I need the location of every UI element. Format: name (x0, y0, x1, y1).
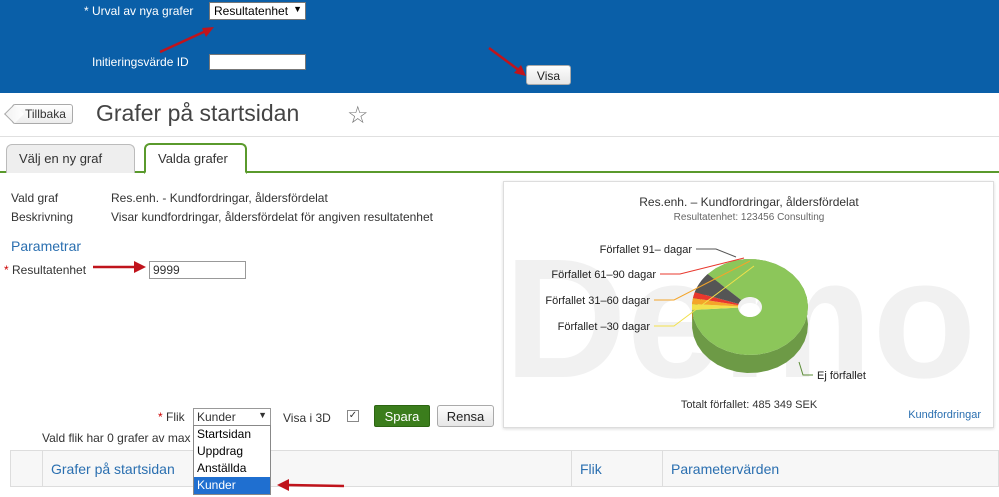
flik-info-text: Vald flik har 0 grafer av max (42, 431, 191, 445)
chart-panel: DemoRes.enh. – Kundfordringar, åldersför… (503, 181, 994, 428)
vald-graf-value: Res.enh. - Kundfordringar, åldersfördela… (111, 191, 328, 205)
chart-footer: Totalt förfallet: 485 349 SEK (681, 399, 818, 411)
spara-button[interactable]: Spara (374, 405, 430, 427)
selection-label: * Urval av nya grafer (84, 4, 194, 18)
graphs-table: Grafer på startsidan Flik Parametervärde… (10, 450, 999, 487)
flik-label-wrap: * Flik (158, 410, 185, 424)
dropdown-option[interactable]: Anställda (194, 460, 270, 477)
page-title: Grafer på startsidan (96, 100, 300, 126)
pie-label: Förfallet 61–90 dagar (551, 269, 656, 281)
visa-3d-label: Visa i 3D (283, 411, 331, 425)
flik-dropdown-list: Startsidan Uppdrag Anställda Kunder (193, 425, 271, 495)
arrow-annotation (488, 46, 526, 76)
table-column-blank (10, 450, 43, 487)
pie-label: Ej förfallet (817, 370, 866, 382)
star-icon[interactable]: ☆ (347, 101, 369, 130)
parametrar-heading: Parametrar (11, 238, 82, 254)
dropdown-option[interactable]: Startsidan (194, 426, 270, 443)
tab-valda-grafer[interactable]: Valda grafer (144, 143, 247, 174)
flik-value: Kunder (197, 410, 236, 424)
init-input[interactable] (209, 54, 306, 70)
init-label: Initieringsvärde ID (92, 55, 189, 69)
visa-button[interactable]: Visa (526, 65, 571, 85)
tab-valj-ny-graf[interactable]: Välj en ny graf (6, 144, 135, 173)
pie-label: Förfallet 91– dagar (600, 244, 693, 256)
resultatenhet-label: Resultatenhet (12, 263, 87, 277)
chart-subtitle: Resultatenhet: 123456 Consulting (674, 212, 825, 223)
pie-label: Förfallet –30 dagar (558, 321, 651, 333)
chevron-down-icon: ▼ (258, 410, 267, 420)
chart-title: Res.enh. – Kundfordringar, åldersfördela… (639, 195, 859, 209)
arrow-annotation (277, 479, 345, 491)
donut-hole (740, 303, 760, 317)
table-column-flik[interactable]: Flik (571, 450, 663, 487)
kundfordringar-link[interactable]: Kundfordringar (908, 409, 981, 421)
dropdown-option[interactable]: Uppdrag (194, 443, 270, 460)
flik-label: Flik (166, 410, 185, 424)
pie-label: Förfallet 31–60 dagar (545, 295, 650, 307)
arrow-annotation (159, 27, 214, 54)
pie-chart: DemoRes.enh. – Kundfordringar, åldersför… (504, 195, 981, 421)
table-column-parametervarden[interactable]: Parametervärden (662, 450, 999, 487)
selection-dropdown[interactable]: Resultatenhet ▼ (209, 2, 306, 20)
back-button[interactable]: Tillbaka (12, 104, 73, 124)
top-panel: * Urval av nya grafer Resultatenhet ▼ In… (0, 0, 999, 93)
resultatenhet-input[interactable]: 9999 (149, 261, 246, 279)
flik-select[interactable]: Kunder ▼ (193, 408, 271, 426)
tab-bar: Välj en ny graf Valda grafer (0, 140, 999, 174)
resultatenhet-label-wrap: * Resultatenhet (4, 263, 87, 277)
chevron-down-icon: ▼ (293, 4, 302, 14)
beskrivning-label: Beskrivning (11, 210, 74, 224)
visa-3d-checkbox[interactable]: ✓ (347, 410, 359, 422)
rensa-button[interactable]: Rensa (437, 405, 494, 427)
vald-graf-label: Vald graf (11, 191, 59, 205)
beskrivning-value: Visar kundfordringar, åldersfördelat för… (111, 210, 433, 224)
selection-value: Resultatenhet (214, 4, 289, 18)
back-label: Tillbaka (25, 107, 66, 121)
dropdown-option-selected[interactable]: Kunder (194, 477, 270, 494)
arrow-annotation (93, 261, 146, 273)
